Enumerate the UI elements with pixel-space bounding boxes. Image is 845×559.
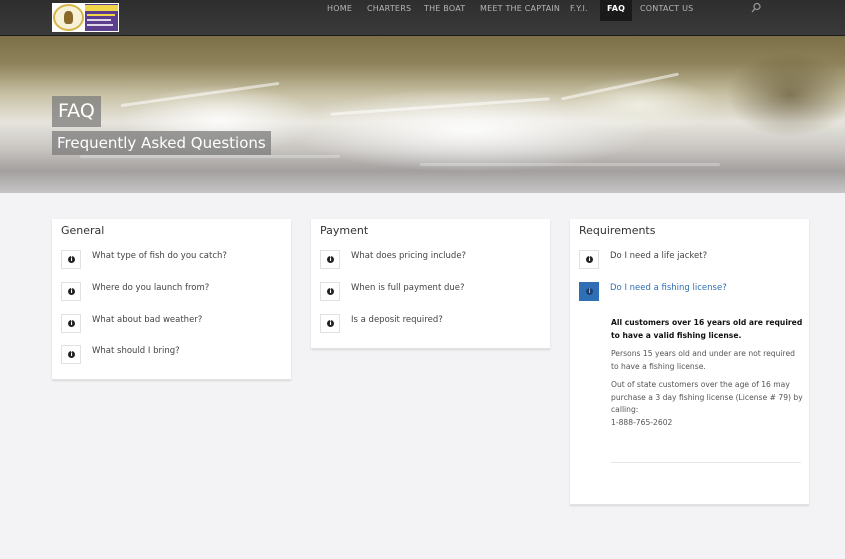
- nav-fyi[interactable]: F.Y.I.: [570, 0, 588, 21]
- section-heading: General: [61, 224, 105, 237]
- answer-phone: 1-888-765-2602: [611, 417, 673, 427]
- faq-question[interactable]: Is a deposit required?: [351, 315, 443, 325]
- info-icon: i: [327, 288, 334, 295]
- logo-band: [85, 5, 118, 11]
- wave-foam: [120, 81, 280, 108]
- faq-item[interactable]: i What does pricing include?: [320, 250, 550, 271]
- faq-toggle-button[interactable]: i: [320, 282, 340, 301]
- answer-paragraph: Out of state customers over the age of 1…: [611, 380, 803, 414]
- answer-strong: All customers over 16 years old are requ…: [611, 318, 803, 340]
- hero-banner: [0, 35, 845, 193]
- faq-item[interactable]: i When is full payment due?: [320, 282, 550, 303]
- logo-band: [87, 24, 113, 26]
- faq-question[interactable]: Do I need a life jacket?: [610, 251, 707, 261]
- faq-question[interactable]: What about bad weather?: [92, 315, 202, 325]
- site-logo[interactable]: [52, 3, 119, 32]
- wave-foam: [80, 155, 340, 158]
- nav-home[interactable]: HOME: [327, 0, 352, 21]
- faq-question[interactable]: Where do you launch from?: [92, 283, 209, 293]
- faq-item-open[interactable]: i Do I need a fishing license?: [579, 282, 809, 303]
- faq-item[interactable]: i Do I need a life jacket?: [579, 250, 809, 271]
- faq-question[interactable]: What does pricing include?: [351, 251, 466, 261]
- page-subtitle: Frequently Asked Questions: [52, 131, 271, 155]
- faq-item[interactable]: i What type of fish do you catch?: [61, 250, 291, 271]
- section-heading: Requirements: [579, 224, 656, 237]
- faq-toggle-button[interactable]: i: [61, 282, 81, 301]
- nav-charters[interactable]: CHARTERS: [367, 0, 411, 21]
- wave-foam: [420, 163, 720, 166]
- section-heading: Payment: [320, 224, 369, 237]
- nav-faq[interactable]: FAQ: [600, 0, 633, 21]
- faq-question[interactable]: When is full payment due?: [351, 283, 465, 293]
- faq-item[interactable]: i What should I bring?: [61, 345, 291, 366]
- info-icon: i: [586, 288, 593, 295]
- faq-toggle-button[interactable]: i: [61, 345, 81, 364]
- divider: [611, 462, 801, 463]
- logo-seal: [53, 4, 84, 31]
- info-icon: i: [68, 351, 75, 358]
- faq-section-requirements: Requirements i Do I need a life jacket? …: [570, 219, 809, 505]
- page-title: FAQ: [52, 96, 101, 127]
- faq-answer: All customers over 16 years old are requ…: [611, 317, 804, 435]
- faq-toggle-button[interactable]: i: [61, 314, 81, 333]
- faq-toggle-button[interactable]: i: [320, 314, 340, 333]
- faq-toggle-button[interactable]: i: [579, 282, 599, 301]
- logo-band: [87, 19, 111, 21]
- faq-toggle-button[interactable]: i: [61, 250, 81, 269]
- info-icon: i: [327, 256, 334, 263]
- search-icon[interactable]: [750, 2, 762, 14]
- answer-paragraph: Persons 15 years old and under are not r…: [611, 349, 795, 371]
- info-icon: i: [68, 256, 75, 263]
- nav-contact-us[interactable]: CONTACT US: [640, 0, 693, 21]
- wave-foam: [560, 72, 680, 101]
- faq-question[interactable]: What type of fish do you catch?: [92, 251, 227, 261]
- info-icon: i: [68, 288, 75, 295]
- faq-item[interactable]: i Where do you launch from?: [61, 282, 291, 303]
- faq-section-payment: Payment i What does pricing include? i W…: [311, 219, 550, 349]
- info-icon: i: [327, 320, 334, 327]
- top-navbar: HOME CHARTERS THE BOAT MEET THE CAPTAIN …: [0, 0, 845, 36]
- logo-band: [87, 14, 115, 16]
- faq-question[interactable]: What should I bring?: [92, 346, 180, 356]
- wave-foam: [330, 97, 550, 116]
- info-icon: i: [68, 320, 75, 327]
- nav-meet-the-captain[interactable]: MEET THE CAPTAIN: [480, 0, 560, 21]
- faq-section-general: General i What type of fish do you catch…: [52, 219, 291, 380]
- info-icon: i: [586, 256, 593, 263]
- faq-toggle-button[interactable]: i: [320, 250, 340, 269]
- faq-toggle-button[interactable]: i: [579, 250, 599, 269]
- faq-question[interactable]: Do I need a fishing license?: [610, 283, 727, 293]
- faq-item[interactable]: i What about bad weather?: [61, 314, 291, 335]
- nav-the-boat[interactable]: THE BOAT: [424, 0, 465, 21]
- faq-item[interactable]: i Is a deposit required?: [320, 314, 550, 335]
